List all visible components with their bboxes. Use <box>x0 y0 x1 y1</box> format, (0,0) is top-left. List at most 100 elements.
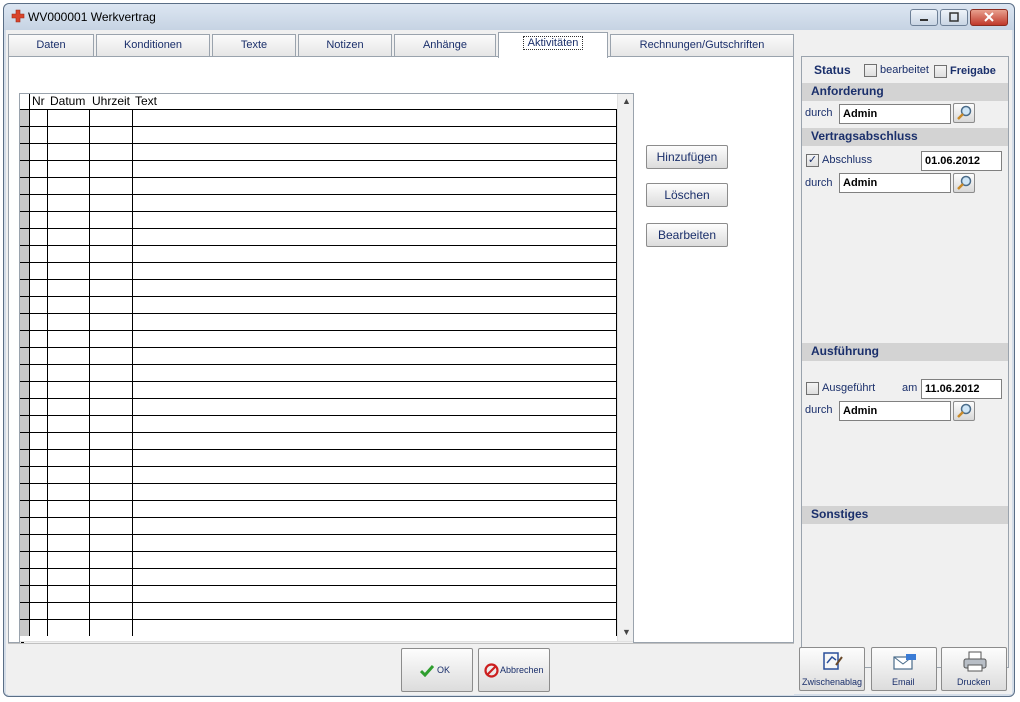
table-cell[interactable] <box>90 450 133 466</box>
table-cell[interactable] <box>133 399 617 415</box>
title-bar[interactable]: WV000001 Werkvertrag <box>4 4 1014 30</box>
table-cell[interactable] <box>90 195 133 211</box>
tab-rechnungen-gutschriften[interactable]: Rechnungen/Gutschriften <box>610 34 794 56</box>
close-button[interactable] <box>970 9 1008 26</box>
table-row[interactable] <box>20 143 617 160</box>
table-cell[interactable] <box>48 433 90 449</box>
table-cell[interactable] <box>90 603 133 619</box>
anforderung-durch-field[interactable]: Admin <box>839 104 951 124</box>
table-cell[interactable] <box>133 433 617 449</box>
tab-texte[interactable]: Texte <box>212 34 296 56</box>
tab-notizen[interactable]: Notizen <box>298 34 392 56</box>
table-cell[interactable] <box>48 518 90 534</box>
table-cell[interactable] <box>133 518 617 534</box>
row-selector[interactable] <box>20 127 30 143</box>
row-selector[interactable] <box>20 212 30 228</box>
table-cell[interactable] <box>90 365 133 381</box>
table-cell[interactable] <box>133 569 617 585</box>
abschluss-date-field[interactable]: 01.06.2012 <box>921 151 1002 171</box>
row-selector[interactable] <box>20 331 30 347</box>
row-selector[interactable] <box>20 484 30 500</box>
row-selector[interactable] <box>20 433 30 449</box>
table-cell[interactable] <box>90 178 133 194</box>
table-cell[interactable] <box>133 127 617 143</box>
table-cell[interactable] <box>133 229 617 245</box>
column-header-text[interactable]: Text <box>133 94 193 109</box>
table-row[interactable] <box>20 364 617 381</box>
table-cell[interactable] <box>133 331 617 347</box>
table-cell[interactable] <box>90 433 133 449</box>
table-cell[interactable] <box>48 161 90 177</box>
table-cell[interactable] <box>48 246 90 262</box>
table-cell[interactable] <box>48 331 90 347</box>
table-row[interactable] <box>20 296 617 313</box>
table-cell[interactable] <box>90 246 133 262</box>
table-cell[interactable] <box>30 433 48 449</box>
table-cell[interactable] <box>48 467 90 483</box>
table-cell[interactable] <box>90 586 133 602</box>
table-cell[interactable] <box>133 603 617 619</box>
table-cell[interactable] <box>30 195 48 211</box>
column-header-nr[interactable]: Nr <box>30 94 48 109</box>
table-row[interactable] <box>20 211 617 228</box>
table-row[interactable] <box>20 228 617 245</box>
table-cell[interactable] <box>48 348 90 364</box>
table-cell[interactable] <box>30 297 48 313</box>
table-row[interactable] <box>20 568 617 585</box>
ausgefuehrt-checkbox[interactable] <box>806 382 819 395</box>
table-cell[interactable] <box>90 620 133 636</box>
table-row[interactable] <box>20 585 617 602</box>
table-cell[interactable] <box>30 382 48 398</box>
table-cell[interactable] <box>90 263 133 279</box>
table-cell[interactable] <box>48 552 90 568</box>
table-cell[interactable] <box>48 280 90 296</box>
table-row[interactable] <box>20 160 617 177</box>
row-selector[interactable] <box>20 518 30 534</box>
tab-daten[interactable]: Daten <box>8 34 94 56</box>
table-row[interactable] <box>20 126 617 143</box>
row-selector[interactable] <box>20 263 30 279</box>
table-cell[interactable] <box>48 416 90 432</box>
table-cell[interactable] <box>30 569 48 585</box>
table-cell[interactable] <box>48 229 90 245</box>
email-button[interactable]: Email <box>871 647 937 691</box>
row-selector[interactable] <box>20 297 30 313</box>
table-cell[interactable] <box>48 535 90 551</box>
tab-aktivitaeten[interactable]: Aktivitäten <box>498 32 608 58</box>
table-cell[interactable] <box>48 484 90 500</box>
table-row[interactable] <box>20 517 617 534</box>
table-row[interactable] <box>20 483 617 500</box>
row-selector[interactable] <box>20 552 30 568</box>
scroll-up-icon[interactable]: ▲ <box>622 96 631 106</box>
activities-grid[interactable]: Nr Datum Uhrzeit Text ▲ ▼ ◀ ▶ <box>19 93 634 657</box>
table-cell[interactable] <box>30 586 48 602</box>
delete-activity-button[interactable]: Löschen <box>646 183 728 207</box>
row-selector[interactable] <box>20 569 30 585</box>
table-cell[interactable] <box>133 263 617 279</box>
table-cell[interactable] <box>30 416 48 432</box>
table-cell[interactable] <box>90 110 133 126</box>
table-cell[interactable] <box>30 314 48 330</box>
table-cell[interactable] <box>48 501 90 517</box>
table-cell[interactable] <box>30 280 48 296</box>
table-cell[interactable] <box>30 450 48 466</box>
table-cell[interactable] <box>30 603 48 619</box>
row-selector[interactable] <box>20 161 30 177</box>
table-row[interactable] <box>20 381 617 398</box>
table-cell[interactable] <box>90 535 133 551</box>
table-cell[interactable] <box>48 603 90 619</box>
table-cell[interactable] <box>90 552 133 568</box>
freigabe-checkbox[interactable] <box>934 65 947 78</box>
table-cell[interactable] <box>90 161 133 177</box>
table-row[interactable] <box>20 415 617 432</box>
row-selector[interactable] <box>20 195 30 211</box>
vertragsabschluss-durch-field[interactable]: Admin <box>839 173 951 193</box>
ausfuehrung-lookup-button[interactable] <box>953 401 975 421</box>
table-row[interactable] <box>20 194 617 211</box>
table-cell[interactable] <box>133 416 617 432</box>
table-row[interactable] <box>20 432 617 449</box>
table-cell[interactable] <box>90 331 133 347</box>
ok-button[interactable]: OK <box>401 648 473 692</box>
table-cell[interactable] <box>48 127 90 143</box>
row-selector[interactable] <box>20 314 30 330</box>
